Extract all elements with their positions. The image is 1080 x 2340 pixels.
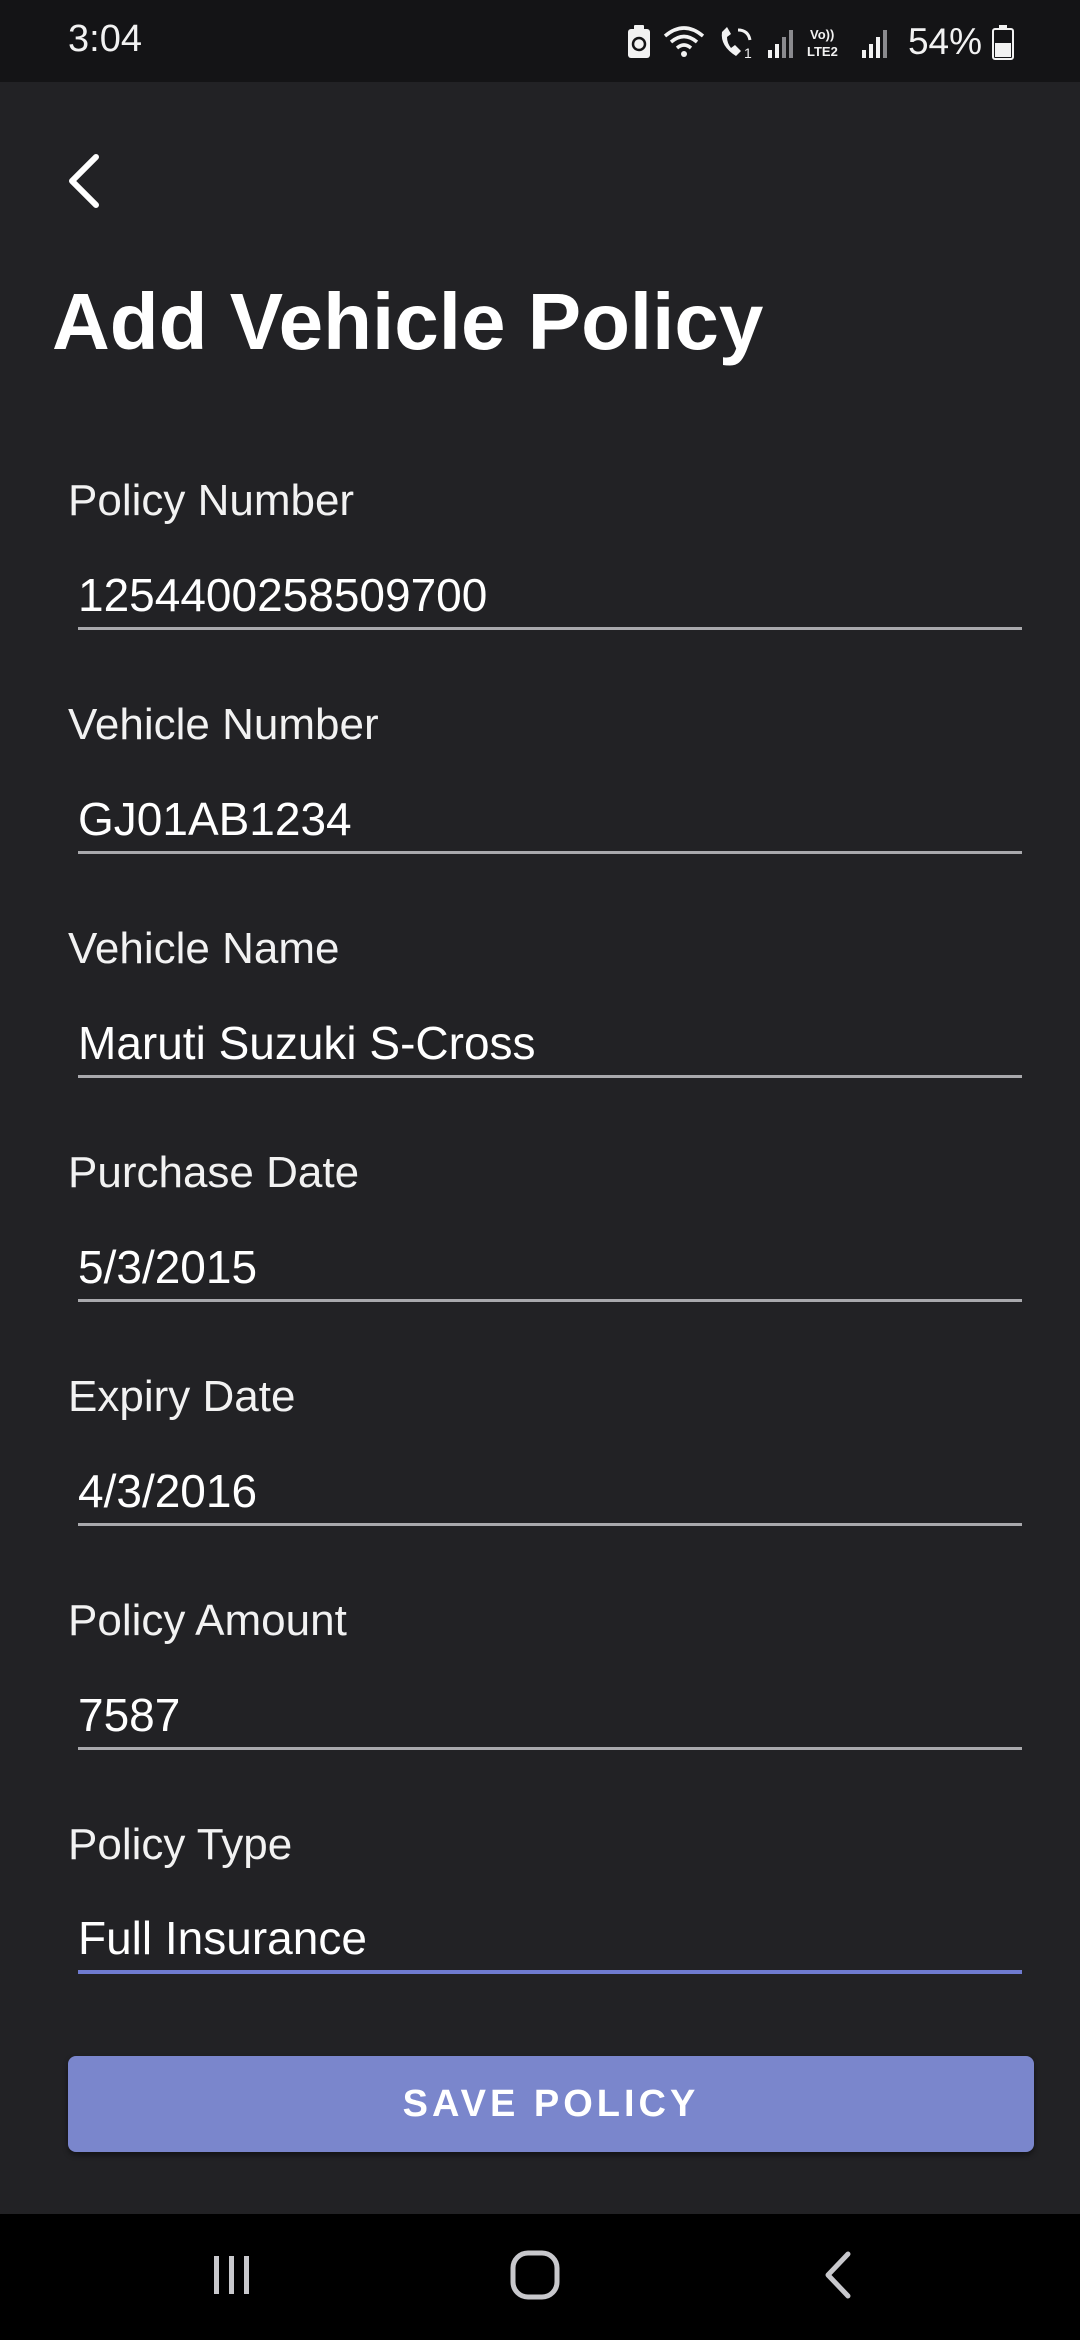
purchase-date-label: Purchase Date bbox=[68, 1148, 360, 1197]
vehicle-number-input[interactable] bbox=[78, 786, 1022, 854]
save-policy-button[interactable]: SAVE POLICY bbox=[68, 2056, 1034, 2152]
vehicle-name-input[interactable] bbox=[78, 1010, 1022, 1078]
recent-apps-icon bbox=[207, 2250, 257, 2305]
battery-percent: 54% bbox=[907, 21, 982, 62]
battery-icon bbox=[992, 24, 1014, 60]
wifi-call-icon: 1 bbox=[716, 24, 756, 60]
svg-text:Vo)): Vo)) bbox=[810, 27, 834, 42]
vehicle-number-label: Vehicle Number bbox=[68, 700, 379, 749]
policy-amount-input[interactable] bbox=[78, 1682, 1022, 1750]
wifi-icon bbox=[662, 24, 706, 60]
home-icon bbox=[508, 2248, 562, 2307]
page-title: Add Vehicle Policy bbox=[52, 277, 764, 366]
policy-amount-label: Policy Amount bbox=[68, 1596, 347, 1645]
expiry-date-input[interactable] bbox=[78, 1458, 1022, 1526]
signal-icon bbox=[860, 24, 890, 60]
policy-number-label: Policy Number bbox=[68, 476, 355, 525]
recent-apps-button[interactable] bbox=[162, 2214, 302, 2340]
svg-text:LTE2: LTE2 bbox=[807, 44, 838, 59]
home-button[interactable] bbox=[465, 2214, 605, 2340]
navigation-bar bbox=[0, 2214, 1080, 2340]
chevron-left-icon bbox=[64, 151, 104, 216]
vehicle-name-label: Vehicle Name bbox=[68, 924, 340, 973]
status-bar: 3:04 1 Vo)) LTE2 54% bbox=[0, 0, 1080, 82]
nav-back-button[interactable] bbox=[768, 2214, 908, 2340]
purchase-date-input[interactable] bbox=[78, 1234, 1022, 1302]
status-time: 3:04 bbox=[68, 18, 142, 60]
policy-type-input[interactable] bbox=[78, 1906, 1022, 1974]
battery-saver-icon bbox=[626, 24, 652, 60]
expiry-date-label: Expiry Date bbox=[68, 1372, 296, 1421]
back-icon bbox=[818, 2248, 858, 2307]
svg-text:1: 1 bbox=[744, 45, 752, 60]
policy-type-label: Policy Type bbox=[68, 1820, 293, 1869]
policy-number-input[interactable] bbox=[78, 562, 1022, 630]
back-button[interactable] bbox=[54, 148, 114, 218]
volte-lte2-icon: Vo)) LTE2 bbox=[806, 24, 850, 60]
status-icons: 1 Vo)) LTE2 54% bbox=[626, 20, 1014, 64]
signal-icon bbox=[766, 24, 796, 60]
